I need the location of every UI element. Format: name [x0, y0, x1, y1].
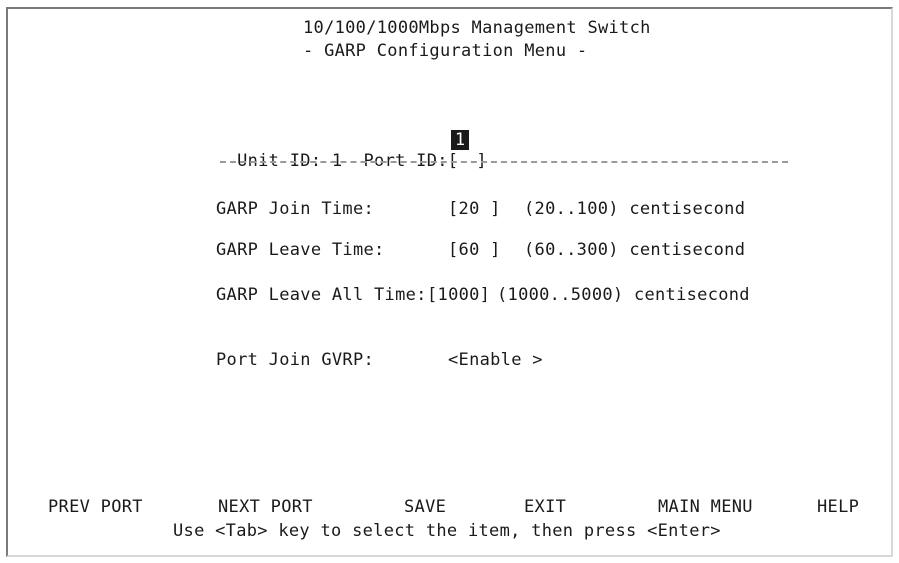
gvrp-label: Port Join GVRP:	[216, 350, 375, 370]
main-menu-button[interactable]: MAIN MENU	[658, 497, 753, 517]
save-button[interactable]: SAVE	[404, 497, 446, 517]
leave-time-label: GARP Leave Time:	[216, 240, 385, 260]
prev-port-button[interactable]: PREV PORT	[48, 497, 143, 517]
unit-port-row: Unit ID: 1 Port ID:[]	[216, 131, 487, 171]
exit-button[interactable]: EXIT	[524, 497, 566, 517]
help-button[interactable]: HELP	[817, 497, 859, 517]
terminal-frame	[6, 7, 893, 557]
gvrp-select[interactable]: <Enable >	[448, 350, 543, 370]
leave-all-time-input[interactable]: [1000]	[427, 285, 490, 305]
join-time-label: GARP Join Time:	[216, 199, 375, 219]
menu-subtitle: - GARP Configuration Menu -	[303, 41, 588, 61]
next-port-button[interactable]: NEXT PORT	[218, 497, 313, 517]
leave-time-input[interactable]: [60 ]	[448, 240, 501, 260]
join-time-input[interactable]: [20 ]	[448, 199, 501, 219]
section-divider	[220, 161, 788, 163]
leave-time-range: (60..300) centisecond	[524, 240, 746, 260]
leave-all-time-range: (1000..5000) centisecond	[497, 285, 750, 305]
footer-hint: Use <Tab> key to select the item, then p…	[173, 521, 721, 541]
leave-all-time-label: GARP Leave All Time:	[216, 285, 427, 305]
join-time-range: (20..100) centisecond	[524, 199, 746, 219]
port-id-input[interactable]: 1	[451, 130, 469, 150]
page-title: 10/100/1000Mbps Management Switch	[303, 18, 651, 38]
